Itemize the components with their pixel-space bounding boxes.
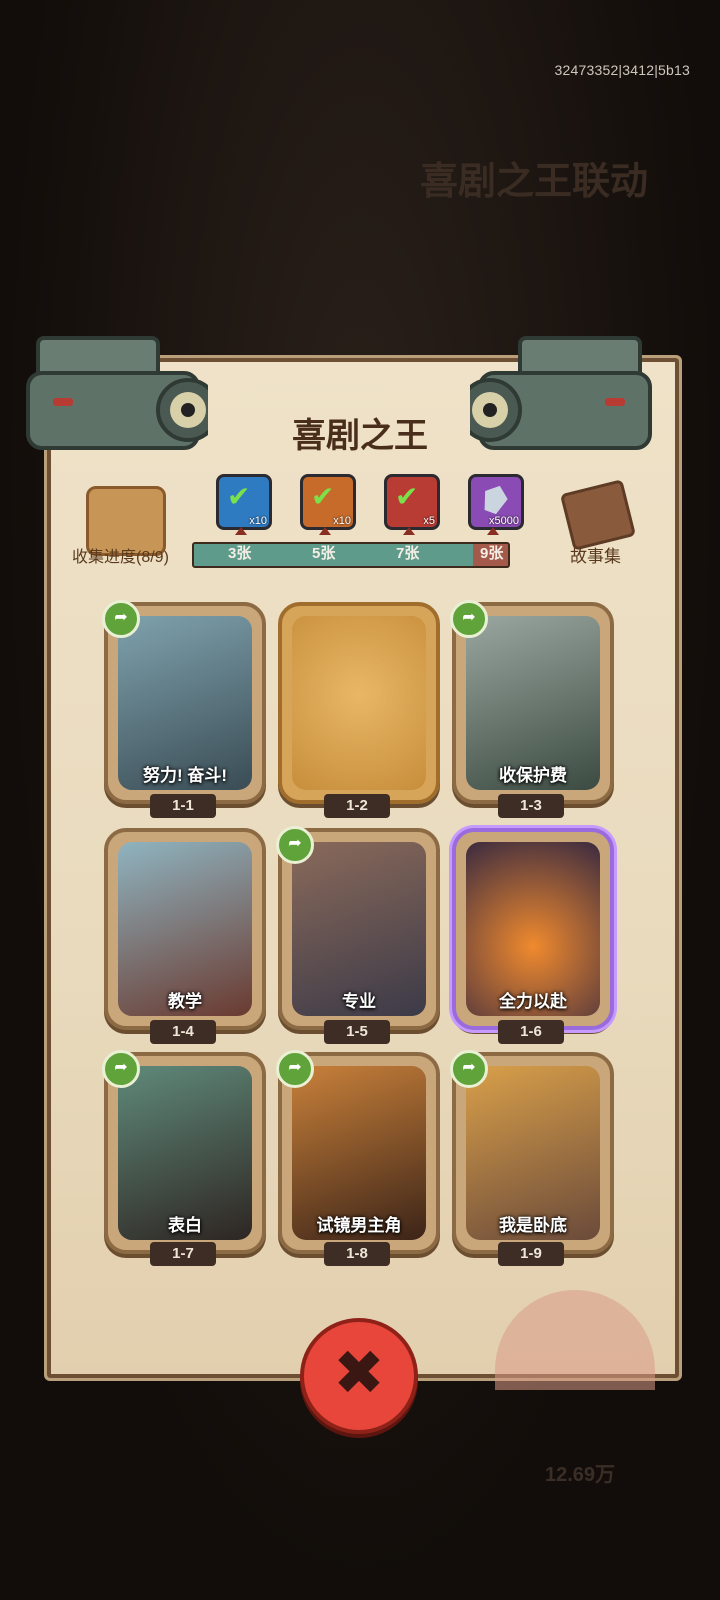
locked-card-silhouette-icon (292, 616, 426, 790)
card-number: 1-9 (498, 1242, 564, 1266)
card-title: 试镜男主角 (316, 1216, 402, 1235)
panel-title: 喜剧之王 (292, 417, 428, 455)
share-icon[interactable]: ➦ (276, 826, 314, 864)
card-number: 1-7 (150, 1242, 216, 1266)
build-id: 32473352|3412|5b13 (554, 62, 690, 78)
story-card-1-5[interactable]: ➦ 专业 (276, 826, 440, 1030)
card-number: 1-6 (498, 1020, 564, 1044)
share-icon[interactable]: ➦ (450, 1050, 488, 1088)
milestone-marker (487, 527, 499, 535)
reward-chest-3-icon[interactable]: ✔ x10 (216, 474, 272, 530)
card-number: 1-5 (324, 1020, 390, 1044)
check-icon: ✔ (395, 481, 419, 512)
milestone-marker (235, 527, 247, 535)
story-collection-label[interactable]: 故事集 (570, 542, 621, 567)
card-title: 教学 (168, 992, 202, 1011)
reward-diamond-9-icon[interactable]: x5000 (468, 474, 524, 530)
check-icon: ✔ (227, 481, 251, 512)
background-event-title: 喜剧之王联动 (420, 161, 649, 203)
story-card-1-1[interactable]: ➦ 努力! 奋斗! (102, 600, 266, 804)
milestone-marker (319, 527, 331, 535)
story-card-1-9[interactable]: ➦ 我是卧底 (450, 1050, 614, 1254)
card-number: 1-1 (150, 794, 216, 818)
share-icon[interactable]: ➦ (102, 600, 140, 638)
check-icon: ✔ (311, 481, 335, 512)
milestone-label: 3张 (228, 545, 252, 562)
diamond-icon (479, 482, 511, 517)
story-card-1-4[interactable]: 教学 (104, 828, 266, 1030)
share-icon[interactable]: ➦ (102, 1050, 140, 1088)
card-number: 1-3 (498, 794, 564, 818)
story-card-1-2-locked[interactable] (278, 602, 440, 804)
story-card-1-3[interactable]: ➦ 收保护费 (450, 600, 614, 804)
share-icon[interactable]: ➦ (450, 600, 488, 638)
card-title: 我是卧底 (499, 1216, 567, 1235)
card-title: 专业 (342, 992, 376, 1011)
card-title: 表白 (168, 1216, 202, 1235)
milestone-label: 5张 (312, 545, 336, 562)
milestone-label: 7张 (396, 545, 420, 562)
story-card-1-6[interactable]: 全力以赴 (452, 828, 614, 1030)
story-card-1-7[interactable]: ➦ 表白 (102, 1050, 266, 1254)
card-title: 全力以赴 (499, 992, 567, 1011)
share-icon[interactable]: ➦ (276, 1050, 314, 1088)
story-card-1-8[interactable]: ➦ 试镜男主角 (276, 1050, 440, 1254)
milestone-label: 9张 (480, 545, 504, 562)
collect-progress-label: 收集进度(8/9) (72, 549, 169, 566)
background-coin-count: 12.69万 (545, 1464, 616, 1486)
reward-chest-5-icon[interactable]: ✔ x10 (300, 474, 356, 530)
close-x-icon: ✖ (333, 1339, 385, 1408)
card-title: 努力! 奋斗! (142, 766, 228, 785)
card-number: 1-8 (324, 1242, 390, 1266)
reward-orb-7-icon[interactable]: ✔ x5 (384, 474, 440, 530)
close-button[interactable]: ✖ (300, 1318, 418, 1434)
card-number: 1-2 (324, 794, 390, 818)
card-title: 收保护费 (499, 766, 567, 785)
milestone-marker (403, 527, 415, 535)
card-number: 1-4 (150, 1020, 216, 1044)
